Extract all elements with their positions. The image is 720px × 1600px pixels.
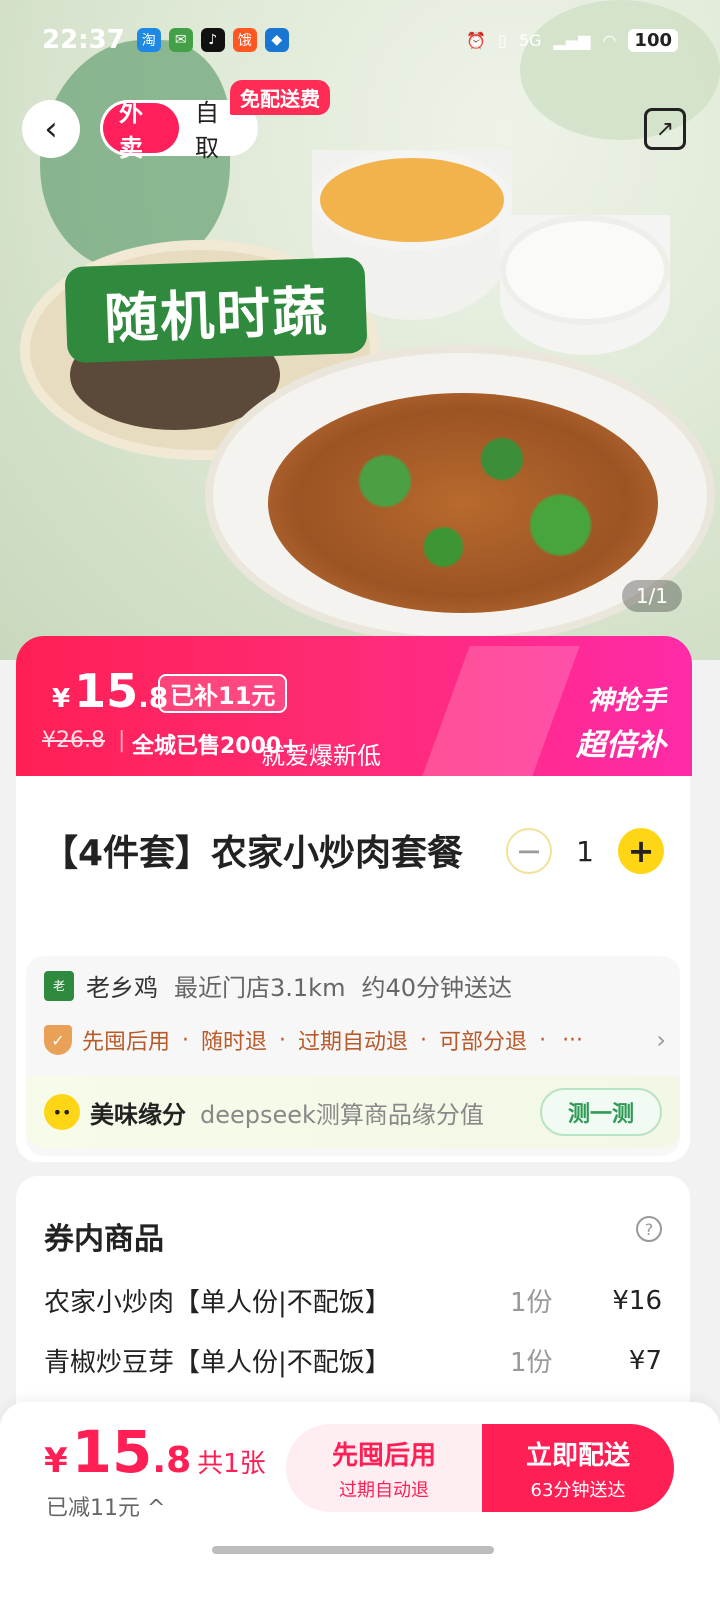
product-hero-image[interactable]: 随机时蔬 1/1 — [0, 0, 720, 660]
price-decimal: .8 — [152, 1440, 192, 1481]
deliver-now-sublabel: 63分钟送达 — [530, 1479, 626, 1501]
guarantee-item: 过期自动退 — [298, 1030, 409, 1055]
action-buttons: 先囤后用 过期自动退 立即配送 63分钟送达 — [286, 1424, 674, 1512]
image-counter: 1/1 — [621, 580, 682, 612]
rice-bowl — [500, 215, 670, 355]
list-item: 农家小炒肉【单人份|不配饭】 1份 ¥16 — [44, 1282, 662, 1319]
plus-icon[interactable]: + — [618, 828, 664, 874]
product-title: 【4件套】农家小炒肉套餐 — [42, 833, 464, 874]
battery-indicator: 100 — [628, 28, 678, 52]
app-notification-icon: ◆ — [264, 28, 289, 52]
minus-icon[interactable]: − — [506, 828, 552, 874]
emoji-face-icon: •• — [44, 1094, 80, 1130]
item-name: 农家小炒肉【单人份|不配饭】 — [44, 1288, 391, 1318]
guarantee-row[interactable]: ✓ 先囤后用 · 随时退 · 过期自动退 · 可部分退 · ··· › — [44, 1024, 666, 1056]
share-button[interactable]: ↗ — [644, 108, 686, 150]
total-price: ¥ 15 .8 共1张 — [44, 1418, 266, 1486]
discount-detail-toggle[interactable]: 已减11元 ^ — [46, 1490, 165, 1522]
help-icon[interactable]: ? — [636, 1216, 662, 1242]
home-indicator[interactable] — [212, 1546, 494, 1554]
subsidy-badge: 已补11元 — [158, 674, 288, 713]
price-integer: 15 — [74, 664, 139, 718]
currency-symbol: ¥ — [52, 684, 71, 714]
alarm-icon: ⏰ — [466, 30, 487, 50]
back-arrow-icon: ‹ — [44, 109, 58, 149]
tiktok-icon: ♪ — [200, 28, 225, 52]
share-icon: ↗ — [655, 116, 675, 142]
stock-up-button[interactable]: 先囤后用 过期自动退 — [286, 1424, 482, 1512]
dot-separator: · — [539, 1027, 547, 1053]
list-item: 青椒炒豆芽【单人份|不配饭】 1份 ¥7 — [44, 1342, 662, 1379]
app-notification-icon: 淘 — [136, 28, 161, 52]
mode-delivery-tab[interactable]: 外卖 — [103, 99, 179, 162]
wechat-icon: ✉ — [168, 28, 193, 52]
delivery-eta: 约40分钟送达 — [361, 974, 512, 1002]
item-name: 青椒炒豆芽【单人份|不配饭】 — [44, 1348, 391, 1378]
fate-title: 美味缘分 — [90, 1100, 186, 1129]
dot-separator: · — [182, 1027, 190, 1053]
shield-icon: ✓ — [44, 1025, 72, 1055]
item-price: ¥16 — [612, 1285, 662, 1316]
checkout-bar: ¥ 15 .8 共1张 已减11元 ^ 先囤后用 过期自动退 立即配送 63分钟… — [0, 1402, 720, 1600]
dot-separator: · — [420, 1027, 428, 1053]
test-fate-button[interactable]: 测一测 — [539, 1088, 662, 1136]
fate-description: deepseek测算商品缘分值 — [200, 1100, 484, 1129]
promo-label-1: 神抢手 — [587, 686, 666, 716]
original-price: ¥26.8 — [42, 728, 105, 753]
back-button[interactable]: ‹ — [22, 100, 80, 158]
price-banner: ¥ 15 .8 已补11元 ¥26.8 | 全城已售2000+ 就爱爆新低 神抢… — [16, 636, 692, 776]
promo-label-2: 超倍补 — [576, 728, 666, 763]
vibrate-icon: ▯ — [498, 30, 507, 50]
voucher-items-card: 券内商品 ? 农家小炒肉【单人份|不配饭】 1份 ¥16 青椒炒豆芽【单人份|不… — [16, 1176, 690, 1436]
stock-up-label: 先囤后用 — [331, 1440, 436, 1471]
stock-up-sublabel: 过期自动退 — [339, 1479, 429, 1501]
chevron-right-icon: › — [656, 1026, 666, 1054]
guarantee-item: 随时退 — [201, 1030, 268, 1055]
items-section-title: 券内商品 — [44, 1222, 164, 1257]
deliver-now-label: 立即配送 — [525, 1440, 630, 1471]
store-logo-icon: 老 — [44, 970, 74, 1001]
price-integer: 15 — [71, 1418, 153, 1486]
current-price: ¥ 15 .8 — [52, 664, 168, 718]
product-card: 【4件套】农家小炒肉套餐 − 1 + 老 老乡鸡 最近门店3.1km 约40分钟… — [16, 776, 690, 1162]
quantity-value: 1 — [576, 834, 594, 868]
dot-separator: · — [279, 1027, 287, 1053]
veg-badge: 随机时蔬 — [64, 256, 368, 364]
status-time: 22:37 — [42, 25, 125, 55]
free-delivery-badge: 免配送费 — [230, 80, 330, 115]
wifi-icon: ◠ — [602, 30, 617, 50]
store-row[interactable]: 老 老乡鸡 最近门店3.1km 约40分钟送达 — [44, 968, 528, 1003]
fate-row: •• 美味缘分 deepseek测算商品缘分值 测一测 — [26, 1076, 680, 1148]
app-notification-icon: 饿 — [232, 28, 257, 52]
network-label: 5G — [518, 30, 542, 50]
guarantee-item: 先囤后用 — [82, 1030, 171, 1055]
currency-symbol: ¥ — [44, 1441, 68, 1481]
promo-slogan: 就爱爆新低 — [261, 742, 381, 770]
store-name: 老乡鸡 — [86, 974, 158, 1002]
more-ellipsis: ··· — [562, 1027, 584, 1053]
item-qty: 1份 — [510, 1288, 553, 1318]
item-price: ¥7 — [628, 1345, 662, 1376]
item-qty: 1份 — [510, 1348, 553, 1378]
deliver-now-button[interactable]: 立即配送 63分钟送达 — [482, 1424, 674, 1512]
divider: | — [118, 728, 126, 753]
signal-icon: ▂▄▆ — [553, 30, 591, 50]
store-distance: 最近门店3.1km — [174, 974, 346, 1002]
voucher-count: 共1张 — [197, 1449, 266, 1479]
quantity-stepper[interactable]: − 1 + — [506, 828, 664, 874]
store-info-box: 老 老乡鸡 最近门店3.1km 约40分钟送达 ✓ 先囤后用 · 随时退 · 过… — [26, 956, 680, 1156]
lightning-decor — [422, 646, 580, 776]
guarantee-item: 可部分退 — [439, 1030, 528, 1055]
status-bar: 22:37 淘 ✉ ♪ 饿 ◆ ⏰ ▯ 5G ▂▄▆ ◠ 100 — [0, 20, 720, 60]
